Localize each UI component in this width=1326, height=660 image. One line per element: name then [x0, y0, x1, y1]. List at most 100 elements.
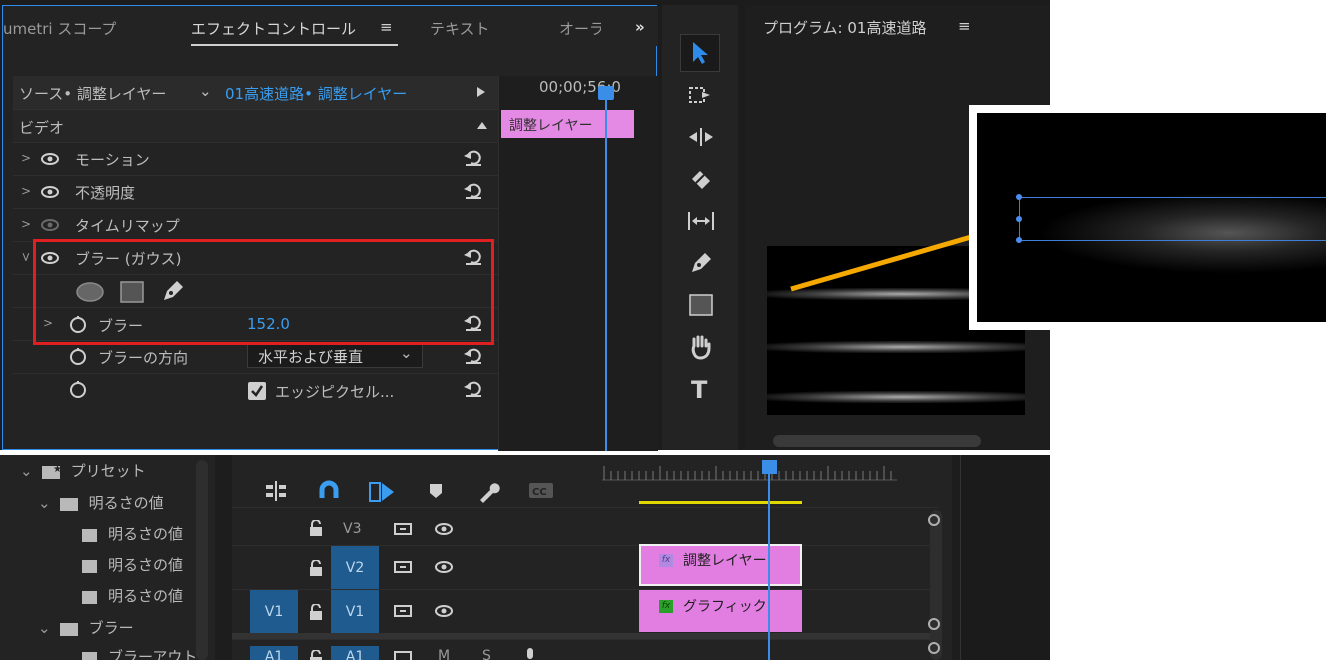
timeline-ruler[interactable]	[602, 460, 897, 482]
playhead-handle[interactable]	[598, 86, 614, 100]
reset-icon[interactable]	[463, 182, 483, 200]
eye-icon[interactable]	[41, 186, 59, 198]
tab-audio[interactable]: オーラ	[559, 18, 601, 39]
mask-bounding-box[interactable]	[1016, 194, 1326, 243]
folder-item[interactable]: ⌄ ブラー	[38, 617, 134, 638]
mask-handle[interactable]	[1016, 237, 1022, 243]
property-row-time-remap[interactable]: > タイムリマップ	[13, 208, 498, 241]
timeline-clip-adjustment-layer[interactable]: fx 調整レイヤー	[639, 544, 802, 586]
rectangle-tool-icon[interactable]	[686, 290, 716, 320]
ripple-edit-tool-icon[interactable]	[686, 122, 716, 152]
collapse-triangle-icon[interactable]	[476, 121, 488, 130]
track-target-a1[interactable]: A1	[331, 646, 379, 660]
chevron-right-icon[interactable]: >	[21, 184, 31, 198]
chevron-right-icon[interactable]: >	[21, 217, 31, 231]
sync-lock-icon[interactable]	[394, 522, 412, 536]
mask-handle[interactable]	[1016, 216, 1022, 222]
lock-icon[interactable]	[309, 604, 323, 620]
source-label[interactable]: ソース• 調整レイヤー	[19, 83, 166, 104]
timeline-clip-graphic[interactable]: fx グラフィック	[639, 590, 802, 632]
blur-direction-dropdown[interactable]: 水平および垂直 ⌄	[247, 343, 423, 368]
snap-magnet-icon[interactable]	[318, 480, 340, 502]
preset-icon	[82, 528, 97, 542]
panel-menu-icon[interactable]: ≡	[380, 18, 393, 36]
eye-icon[interactable]	[435, 561, 453, 573]
add-marker-icon[interactable]	[428, 480, 444, 500]
audio-meter-strip	[960, 455, 1050, 660]
preset-item[interactable]: 明るさの値	[80, 554, 183, 575]
eye-icon[interactable]	[435, 523, 453, 535]
timeline-playhead-handle[interactable]	[762, 460, 777, 474]
preset-item[interactable]: 明るさの値	[80, 523, 183, 544]
stopwatch-icon[interactable]	[69, 347, 87, 365]
chevron-down-icon[interactable]: ⌄	[199, 82, 212, 100]
work-area-bar[interactable]	[639, 501, 802, 504]
chevron-right-icon[interactable]: >	[21, 151, 31, 165]
property-row-edge-pixels[interactable]: エッジピクセル...	[13, 373, 498, 406]
sequence-label[interactable]: 01高速道路• 調整レイヤー	[225, 83, 407, 104]
preset-label: 明るさの値	[108, 556, 184, 574]
program-scrollbar[interactable]	[773, 435, 981, 447]
solo-button[interactable]: S	[482, 648, 491, 660]
property-row-motion[interactable]: > モーション	[13, 142, 498, 175]
source-patch-a1[interactable]: A1	[250, 646, 298, 660]
presets-scrollbar[interactable]	[196, 460, 208, 660]
clip-label-row: fx 調整レイヤー	[659, 550, 767, 570]
lock-icon[interactable]	[309, 650, 323, 660]
reset-icon[interactable]	[463, 149, 483, 167]
hand-tool-icon[interactable]	[686, 332, 716, 362]
play-triangle-icon[interactable]	[476, 86, 486, 98]
selection-tool-icon[interactable]	[680, 34, 720, 72]
preset-item[interactable]: ブラーアウト	[80, 646, 197, 660]
mute-button[interactable]: M	[438, 648, 450, 660]
mask-handle[interactable]	[1016, 194, 1022, 200]
clip-name: 調整レイヤー	[683, 553, 767, 569]
stopwatch-icon[interactable]	[69, 380, 87, 398]
program-monitor-title[interactable]: プログラム: 01高速道路	[763, 17, 926, 38]
sync-lock-icon[interactable]	[394, 604, 412, 618]
zoomed-frame	[977, 113, 1326, 322]
folder-item[interactable]: ⌄ 明るさの値	[38, 492, 164, 513]
track-v2: V2	[232, 545, 939, 590]
overflow-tabs-icon[interactable]: »	[635, 18, 645, 36]
adjustment-layer-clip[interactable]: 調整レイヤー	[501, 110, 634, 138]
eye-icon[interactable]	[435, 605, 453, 617]
lock-icon[interactable]	[309, 520, 323, 536]
lock-icon[interactable]	[309, 560, 323, 576]
tab-lumetri-scopes[interactable]: umetri スコープ	[3, 18, 116, 39]
chevron-down-icon[interactable]: ⌄	[38, 619, 51, 637]
preset-item[interactable]: 明るさの値	[80, 585, 183, 606]
chevron-down-icon[interactable]: >	[19, 252, 33, 262]
reset-icon[interactable]	[463, 347, 483, 365]
captions-icon[interactable]: CC	[528, 480, 554, 500]
tab-text[interactable]: テキスト	[430, 18, 490, 39]
scroll-knob-bottom[interactable]	[928, 618, 940, 630]
track-target-v2[interactable]: V2	[331, 546, 379, 590]
edge-pixels-checkbox[interactable]	[247, 381, 267, 401]
folder-item[interactable]: ⌄ ★ プリセット	[20, 460, 146, 481]
chevron-down-icon[interactable]: ⌄	[38, 494, 51, 512]
source-patch-v1[interactable]: V1	[250, 590, 298, 634]
program-menu-icon[interactable]: ≡	[958, 17, 971, 35]
wrench-icon[interactable]	[476, 480, 500, 504]
tab-effect-controls[interactable]: エフェクトコントロール	[191, 18, 356, 39]
timeline-vertical-scrollbar[interactable]	[930, 510, 942, 660]
scroll-knob-audio[interactable]	[928, 642, 940, 654]
slip-tool-icon[interactable]	[686, 206, 716, 236]
reset-icon[interactable]	[463, 380, 483, 398]
eye-icon[interactable]	[41, 153, 59, 165]
insert-sequence-icon[interactable]	[264, 480, 288, 502]
linked-selection-icon[interactable]	[369, 480, 395, 504]
chevron-down-icon[interactable]: ⌄	[20, 462, 33, 480]
sync-lock-icon[interactable]	[394, 560, 412, 574]
track-target-v1[interactable]: V1	[331, 590, 379, 634]
microphone-icon[interactable]	[524, 647, 536, 660]
scroll-knob-top[interactable]	[928, 514, 940, 526]
type-tool-icon[interactable]: T	[686, 374, 716, 404]
preset-folder-icon: ★	[41, 464, 62, 479]
track-select-tool-icon[interactable]	[686, 80, 716, 110]
pen-tool-icon[interactable]	[686, 248, 716, 278]
sync-lock-icon[interactable]	[394, 650, 412, 660]
property-row-opacity[interactable]: > 不透明度	[13, 175, 498, 208]
razor-tool-icon[interactable]	[686, 164, 716, 194]
